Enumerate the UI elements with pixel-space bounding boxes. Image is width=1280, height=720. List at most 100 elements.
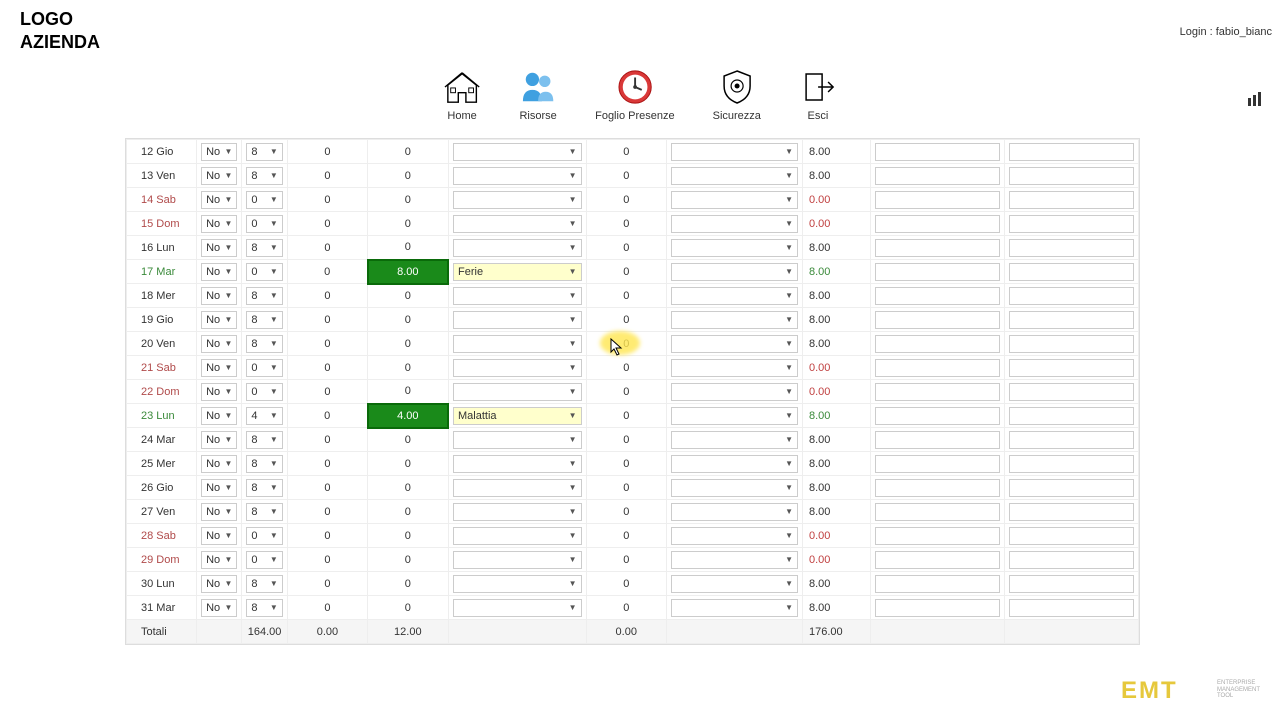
absence-hours-input[interactable]: 0 [368,164,448,188]
text-input-1[interactable] [875,455,1000,473]
text-input-2[interactable] [1009,599,1134,617]
hours-select[interactable]: 0▼ [246,191,282,209]
num1-input[interactable]: 0 [287,188,367,212]
select2[interactable]: ▼ [671,359,798,377]
absence-hours-input[interactable]: 0 [368,308,448,332]
text-input-1[interactable] [875,287,1000,305]
hours-select[interactable]: 0▼ [246,215,282,233]
text-input-1[interactable] [875,575,1000,593]
num3-input[interactable]: 0 [586,524,666,548]
hours-select[interactable]: 0▼ [246,359,282,377]
num1-input[interactable]: 0 [287,236,367,260]
num3-input[interactable]: 0 [586,380,666,404]
text-input-2[interactable] [1009,383,1134,401]
num1-input[interactable]: 0 [287,500,367,524]
select2[interactable]: ▼ [671,407,798,425]
num3-input[interactable]: 0 [586,500,666,524]
num1-input[interactable]: 0 [287,524,367,548]
select2[interactable]: ▼ [671,215,798,233]
num1-input[interactable]: 0 [287,260,367,284]
absence-type-select[interactable]: ▼ [453,527,582,545]
nav-esci[interactable]: Esci [799,68,837,122]
hours-select[interactable]: 8▼ [246,287,282,305]
absence-type-select[interactable]: Ferie▼ [453,263,582,281]
hours-select[interactable]: 8▼ [246,479,282,497]
select2[interactable]: ▼ [671,431,798,449]
no-select[interactable]: No▼ [201,455,237,473]
select2[interactable]: ▼ [671,191,798,209]
num1-input[interactable]: 0 [287,428,367,452]
absence-hours-input[interactable]: 0 [368,428,448,452]
no-select[interactable]: No▼ [201,599,237,617]
select2[interactable]: ▼ [671,575,798,593]
text-input-1[interactable] [875,263,1000,281]
no-select[interactable]: No▼ [201,575,237,593]
absence-type-select[interactable]: ▼ [453,311,582,329]
text-input-1[interactable] [875,239,1000,257]
nav-home[interactable]: Home [443,68,481,122]
select2[interactable]: ▼ [671,383,798,401]
num1-input[interactable]: 0 [287,212,367,236]
text-input-2[interactable] [1009,311,1134,329]
absence-hours-input[interactable]: 0 [368,476,448,500]
no-select[interactable]: No▼ [201,551,237,569]
absence-hours-input[interactable]: 0 [368,500,448,524]
num3-input[interactable]: 0 [586,164,666,188]
absence-type-select[interactable]: ▼ [453,431,582,449]
nav-foglio-presenze[interactable]: Foglio Presenze [595,68,675,122]
text-input-1[interactable] [875,599,1000,617]
text-input-2[interactable] [1009,263,1134,281]
no-select[interactable]: No▼ [201,311,237,329]
no-select[interactable]: No▼ [201,215,237,233]
num3-input[interactable]: 0 [586,284,666,308]
absence-type-select[interactable]: ▼ [453,215,582,233]
absence-type-select[interactable]: ▼ [453,167,582,185]
text-input-2[interactable] [1009,551,1134,569]
no-select[interactable]: No▼ [201,335,237,353]
hours-select[interactable]: 0▼ [246,263,282,281]
hours-select[interactable]: 8▼ [246,143,282,161]
num1-input[interactable]: 0 [287,452,367,476]
no-select[interactable]: No▼ [201,479,237,497]
text-input-1[interactable] [875,383,1000,401]
absence-hours-input[interactable]: 0 [368,332,448,356]
no-select[interactable]: No▼ [201,167,237,185]
select2[interactable]: ▼ [671,551,798,569]
text-input-2[interactable] [1009,479,1134,497]
num3-input[interactable]: 0 [586,404,666,428]
absence-hours-input[interactable]: 4.00 [368,404,448,428]
hours-select[interactable]: 8▼ [246,431,282,449]
num3-input[interactable]: 0 [586,212,666,236]
select2[interactable]: ▼ [671,599,798,617]
no-select[interactable]: No▼ [201,503,237,521]
text-input-1[interactable] [875,191,1000,209]
absence-type-select[interactable]: ▼ [453,287,582,305]
nav-sicurezza[interactable]: Sicurezza [713,68,761,122]
text-input-1[interactable] [875,551,1000,569]
hours-select[interactable]: 8▼ [246,167,282,185]
num3-input[interactable]: 0 [586,140,666,164]
hours-select[interactable]: 8▼ [246,599,282,617]
text-input-1[interactable] [875,407,1000,425]
absence-type-select[interactable]: ▼ [453,239,582,257]
select2[interactable]: ▼ [671,239,798,257]
text-input-2[interactable] [1009,527,1134,545]
absence-type-select[interactable]: ▼ [453,599,582,617]
num3-input[interactable]: 0 [586,308,666,332]
hours-select[interactable]: 8▼ [246,335,282,353]
text-input-2[interactable] [1009,407,1134,425]
text-input-2[interactable] [1009,287,1134,305]
num3-input[interactable]: 0 [586,572,666,596]
hours-select[interactable]: 8▼ [246,503,282,521]
absence-type-select[interactable]: ▼ [453,383,582,401]
absence-type-select[interactable]: ▼ [453,335,582,353]
select2[interactable]: ▼ [671,335,798,353]
absence-hours-input[interactable]: 0 [368,212,448,236]
num3-input[interactable]: 0 [586,452,666,476]
hours-select[interactable]: 8▼ [246,455,282,473]
hours-select[interactable]: 0▼ [246,551,282,569]
text-input-1[interactable] [875,167,1000,185]
absence-hours-input[interactable]: 8.00 [368,260,448,284]
no-select[interactable]: No▼ [201,287,237,305]
text-input-2[interactable] [1009,359,1134,377]
